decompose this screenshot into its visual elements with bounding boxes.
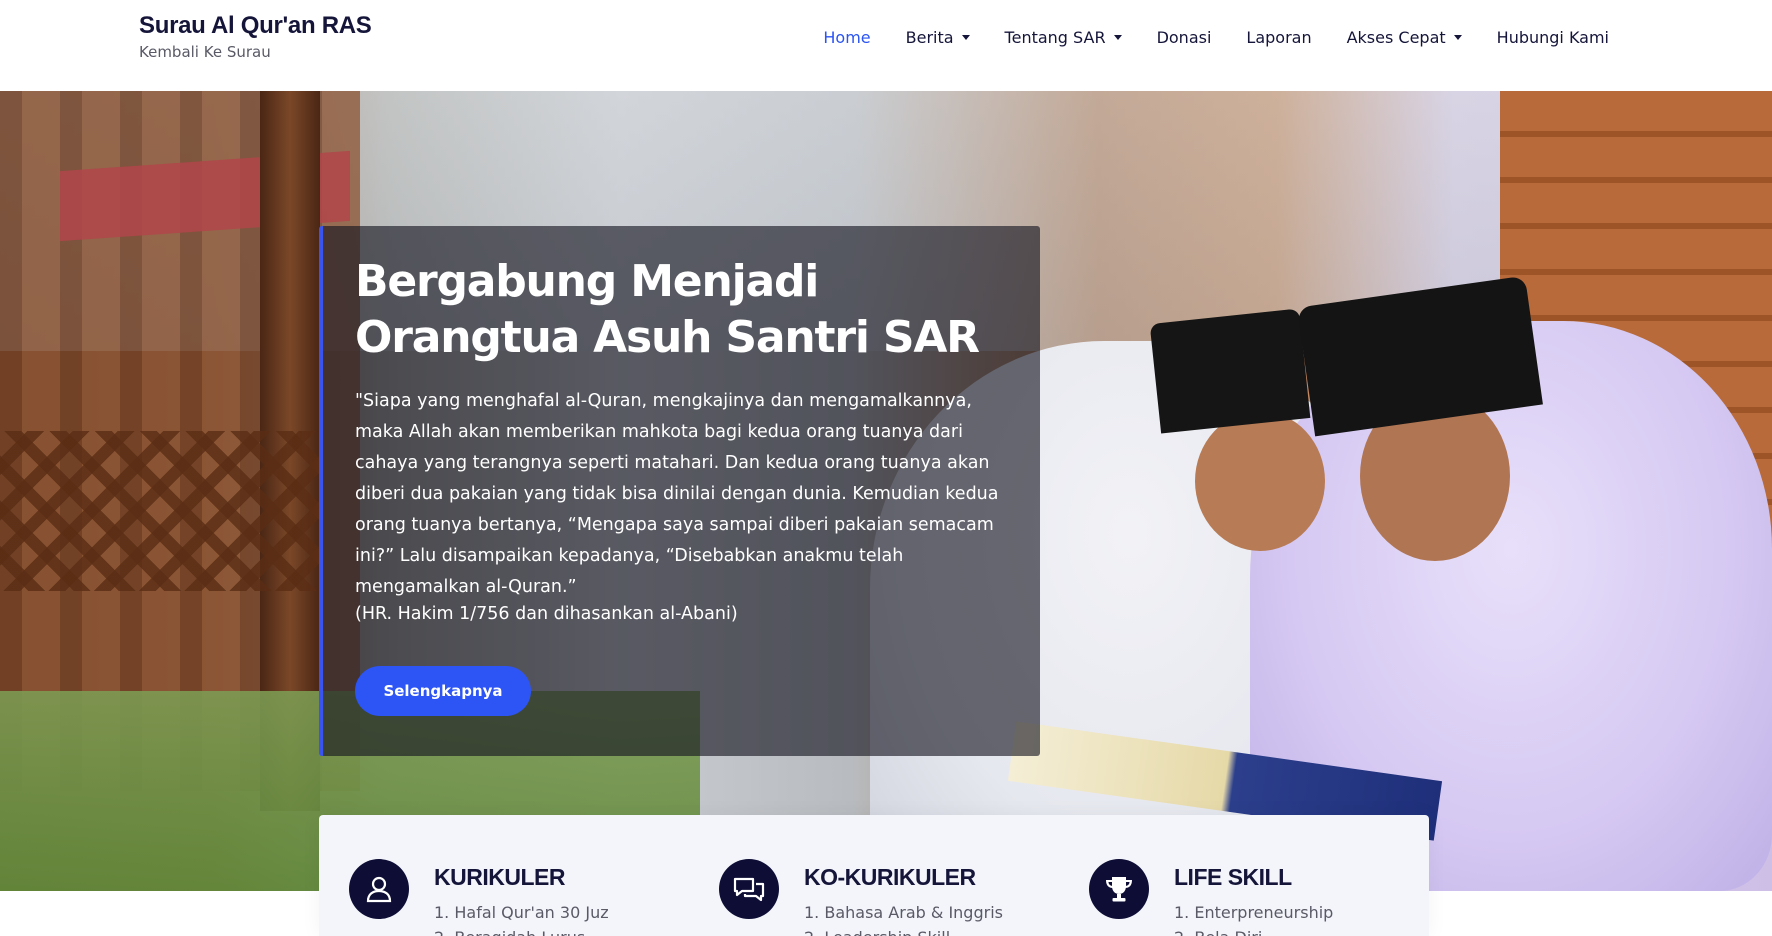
features-panel: KURIKULER 1. Hafal Qur'an 30 Juz 2. Bera… — [319, 815, 1429, 936]
brand-title[interactable]: Surau Al Qur'an RAS — [139, 12, 372, 40]
hero-card: Bergabung Menjadi Orangtua Asuh Santri S… — [319, 226, 1040, 756]
feature-item: 2. Bela Diri — [1174, 928, 1262, 936]
nav-item-hubungi-kami[interactable]: Hubungi Kami — [1497, 28, 1609, 47]
nav-item-donasi[interactable]: Donasi — [1157, 28, 1212, 47]
nav-item-akses-cepat[interactable]: Akses Cepat — [1347, 28, 1462, 47]
brand[interactable]: Surau Al Qur'an RAS Kembali Ke Surau — [139, 12, 372, 61]
hero-background-cap — [1149, 308, 1311, 434]
feature-item: 1. Hafal Qur'an 30 Juz — [434, 903, 609, 922]
feature-item: 2. Beraqidah Lurus — [434, 928, 585, 936]
feature-title: KO-KURIKULER — [804, 864, 976, 890]
user-icon — [349, 859, 409, 919]
trophy-icon — [1089, 859, 1149, 919]
caret-down-icon — [961, 35, 970, 40]
brand-subtitle: Kembali Ke Surau — [139, 43, 271, 61]
hero-quote: "Siapa yang menghafal al-Quran, mengkaji… — [355, 391, 999, 597]
site-header: Surau Al Qur'an RAS Kembali Ke Surau Hom… — [0, 0, 1772, 91]
nav-item-label: Tentang SAR — [1004, 28, 1106, 47]
feature-item: 1. Enterpreneurship — [1174, 903, 1334, 922]
hero-title: Bergabung Menjadi Orangtua Asuh Santri S… — [355, 256, 980, 363]
nav-item-laporan[interactable]: Laporan — [1246, 28, 1311, 47]
feature-item: 2. Leadership Skill — [804, 928, 950, 936]
hero-background-railing — [0, 431, 320, 591]
hero-quote-source: (HR. Hakim 1/756 dan dihasankan al-Abani… — [355, 604, 738, 624]
hero-background-face — [1195, 411, 1325, 551]
nav-item-label: Laporan — [1246, 28, 1312, 47]
nav-item-berita[interactable]: Berita — [906, 28, 970, 47]
nav-item-label: Donasi — [1156, 28, 1212, 47]
nav-item-label: Home — [823, 28, 871, 47]
main-nav: Home Berita Tentang SAR Donasi Laporan A… — [788, 28, 1609, 47]
nav-item-label: Akses Cepat — [1346, 28, 1446, 47]
nav-item-home[interactable]: Home — [823, 28, 870, 47]
caret-down-icon — [1113, 35, 1122, 40]
nav-item-tentang-sar[interactable]: Tentang SAR — [1005, 28, 1122, 47]
feature-title: KURIKULER — [434, 864, 565, 890]
nav-item-label: Hubungi Kami — [1496, 28, 1609, 47]
feature-title: LIFE SKILL — [1174, 864, 1292, 890]
caret-down-icon — [1453, 35, 1462, 40]
chat-icon — [719, 859, 779, 919]
feature-item: 1. Bahasa Arab & Inggris — [804, 903, 1003, 922]
read-more-button[interactable]: Selengkapnya — [355, 666, 531, 716]
nav-item-label: Berita — [905, 28, 954, 47]
